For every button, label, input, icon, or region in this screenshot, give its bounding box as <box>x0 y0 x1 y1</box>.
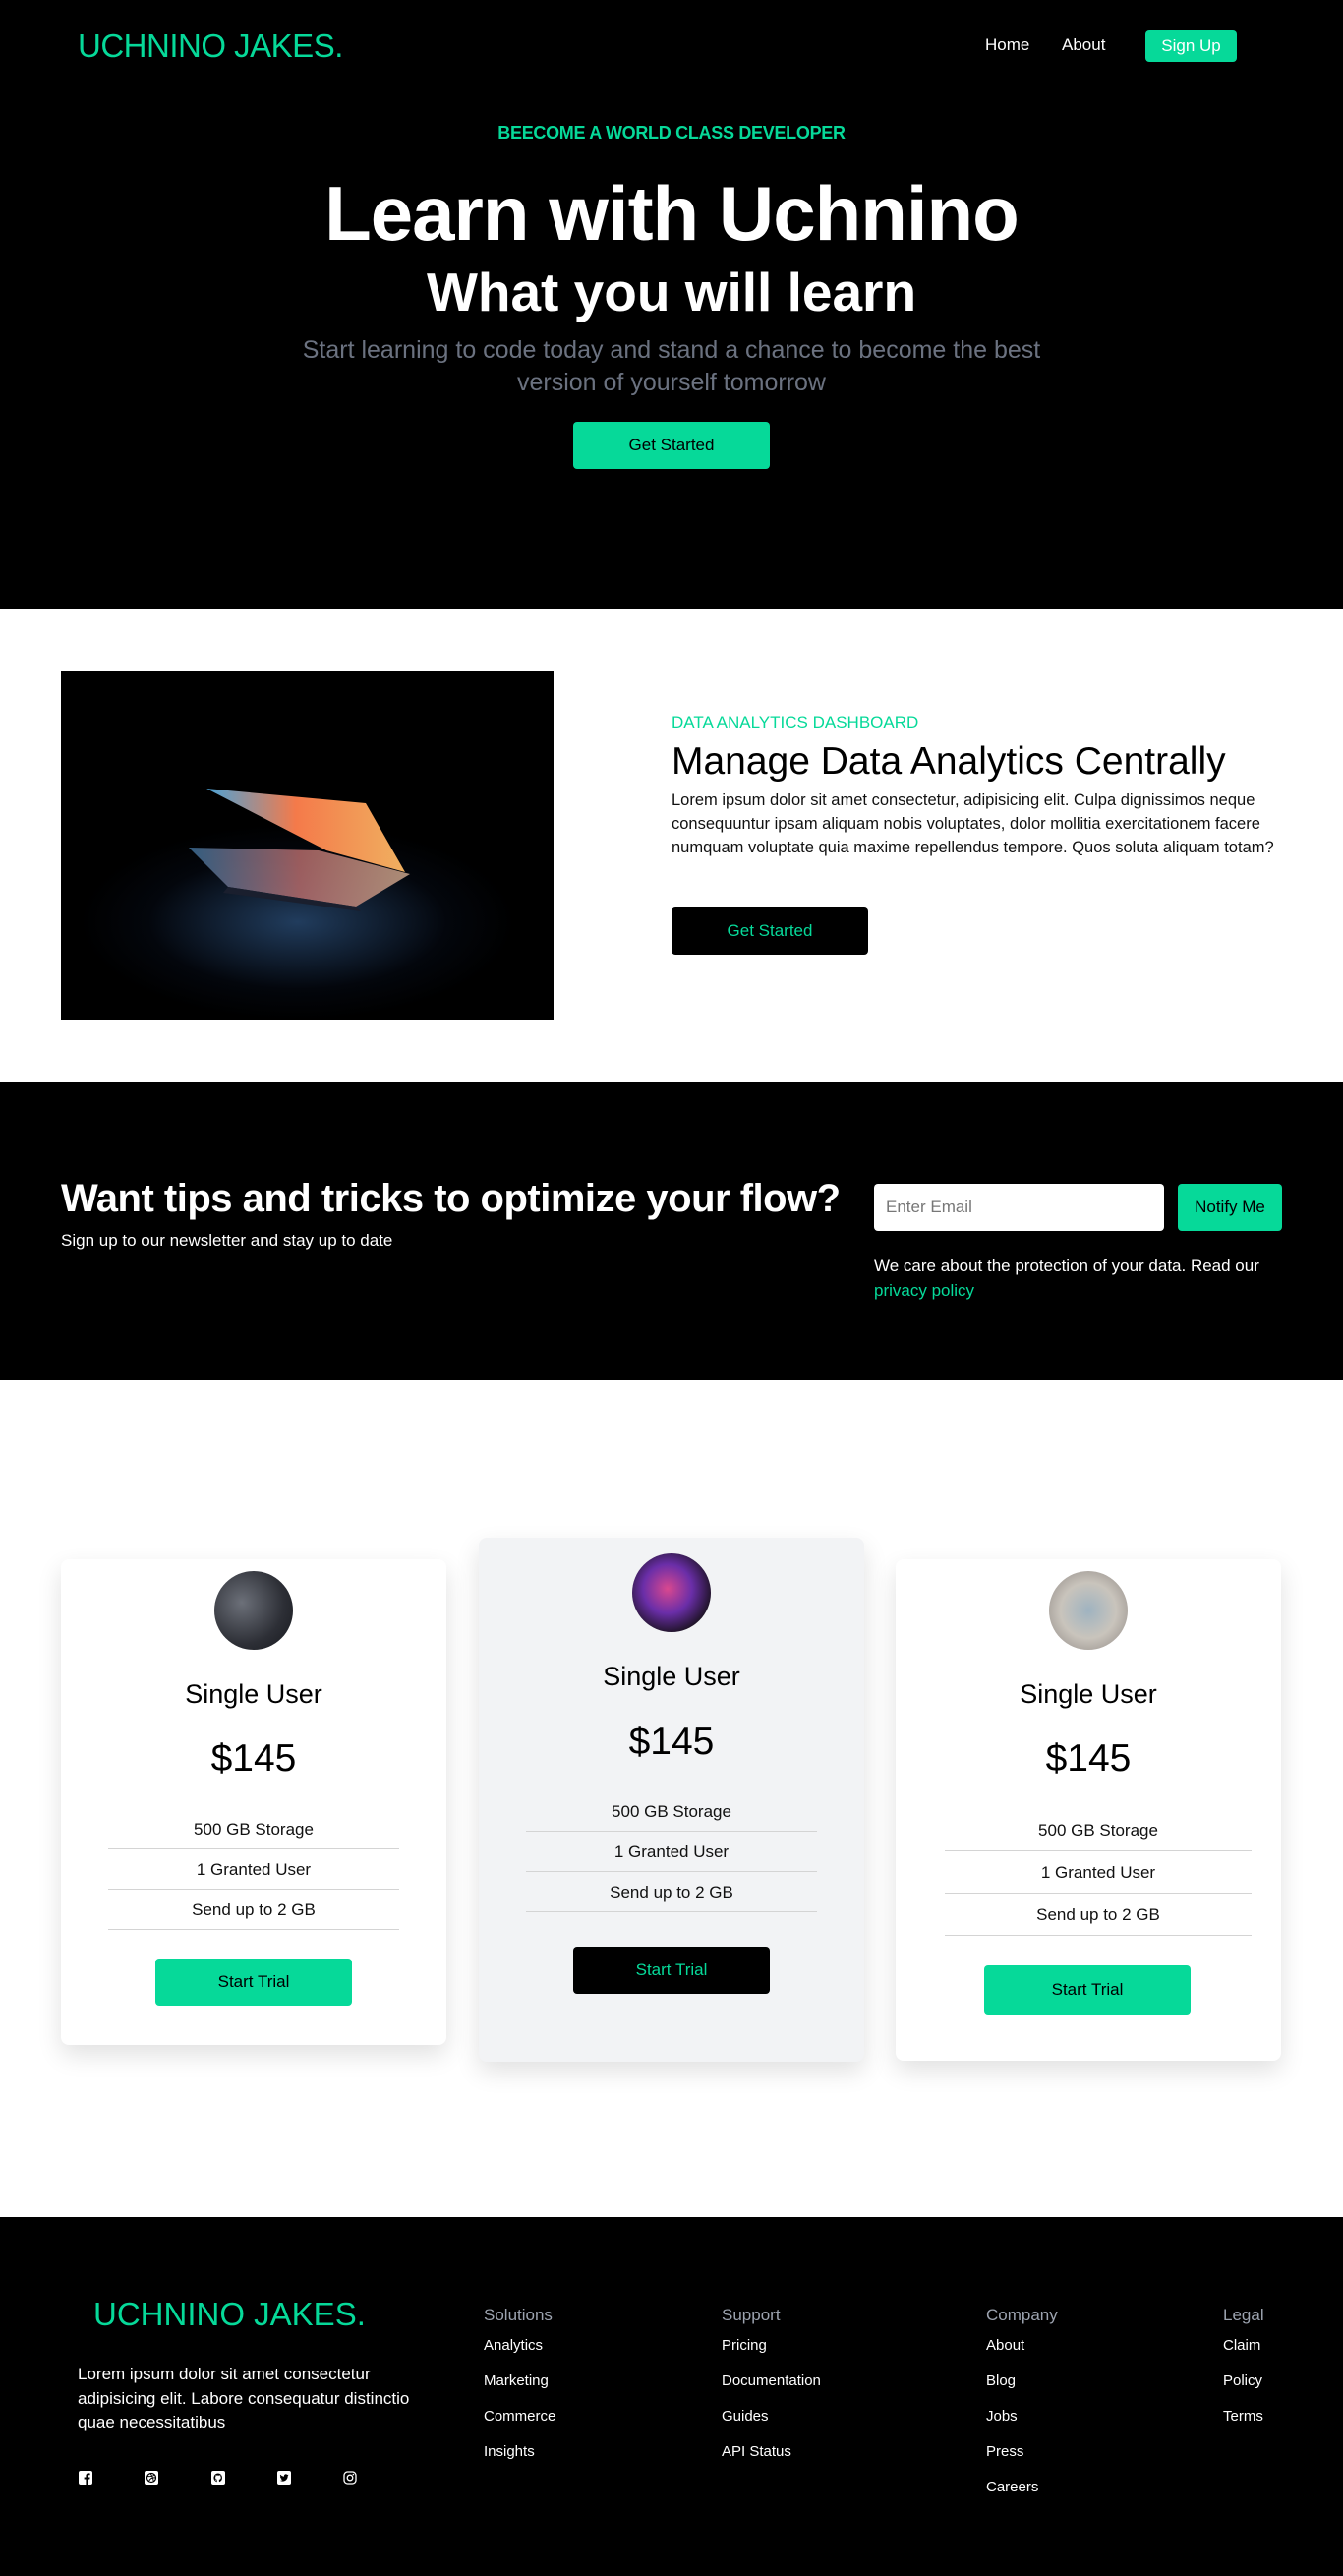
email-input[interactable] <box>874 1184 1164 1231</box>
hero-subtitle: What you will learn <box>426 262 917 322</box>
plan-feature: 1 Granted User <box>108 1849 399 1890</box>
pricing-section: Single User $145 500 GB Storage 1 Grante… <box>0 1380 1343 2217</box>
pricing-card: Single User $145 500 GB Storage 1 Grante… <box>61 1559 446 2045</box>
plan-title: Single User <box>185 1679 322 1709</box>
footer-link[interactable]: Marketing <box>484 2372 549 2389</box>
plan-feature: Send up to 2 GB <box>526 1872 817 1912</box>
facebook-icon[interactable] <box>78 2470 93 2486</box>
feature-title: Manage Data Analytics Centrally <box>672 740 1226 783</box>
hero-eyebrow: BEECOME A WORLD CLASS DEVELOPER <box>497 123 846 143</box>
footer-link[interactable]: Documentation <box>722 2372 821 2389</box>
newsletter-subtitle: Sign up to our newsletter and stay up to… <box>61 1231 393 1250</box>
footer-description: Lorem ipsum dolor sit amet consectetur a… <box>78 2365 410 2432</box>
plan-avatar <box>632 1553 711 1632</box>
footer-link[interactable]: Guides <box>722 2408 769 2425</box>
pricing-card: Single User $145 500 GB Storage 1 Grante… <box>896 1559 1281 2061</box>
footer-link[interactable]: Insights <box>484 2443 535 2460</box>
github-icon[interactable] <box>210 2470 226 2486</box>
footer-link[interactable]: Careers <box>986 2479 1038 2495</box>
newsletter-section: Want tips and tricks to optimize your fl… <box>0 1082 1343 1380</box>
start-trial-button[interactable]: Start Trial <box>984 1965 1191 2015</box>
privacy-note-text: We care about the protection of your dat… <box>874 1257 1259 1275</box>
plan-features: 500 GB Storage 1 Granted User Send up to… <box>526 1791 817 1912</box>
footer-link[interactable]: Commerce <box>484 2408 555 2425</box>
plan-price: $145 <box>628 1721 715 1763</box>
feature-eyebrow: DATA ANALYTICS DASHBOARD <box>672 713 919 732</box>
footer-link[interactable]: Analytics <box>484 2337 543 2354</box>
hero-get-started-button[interactable]: Get Started <box>573 422 770 469</box>
plan-feature: 500 GB Storage <box>526 1791 817 1832</box>
top-navbar: UCHNINO JAKES. Home About Sign Up <box>0 0 1343 93</box>
start-trial-button[interactable]: Start Trial <box>573 1947 770 1994</box>
plan-avatar <box>214 1571 293 1650</box>
plan-price: $145 <box>1045 1737 1132 1780</box>
newsletter-title: Want tips and tricks to optimize your fl… <box>61 1177 841 1220</box>
footer-link[interactable]: Policy <box>1223 2372 1262 2389</box>
plan-price: $145 <box>210 1737 297 1780</box>
brand-logo[interactable]: UCHNINO JAKES. <box>78 28 343 65</box>
dribbble-icon[interactable] <box>144 2470 159 2486</box>
signup-button[interactable]: Sign Up <box>1145 30 1237 62</box>
footer: UCHNINO JAKES. Lorem ipsum dolor sit ame… <box>0 2217 1343 2576</box>
privacy-policy-link[interactable]: privacy policy <box>874 1281 974 1300</box>
laptop-illustration <box>189 789 410 911</box>
footer-link[interactable]: Pricing <box>722 2337 767 2354</box>
footer-link[interactable]: Claim <box>1223 2337 1260 2354</box>
plan-features: 500 GB Storage 1 Granted User Send up to… <box>108 1809 399 1930</box>
plan-avatar <box>1049 1571 1128 1650</box>
pricing-card-featured: Single User $145 500 GB Storage 1 Grante… <box>479 1538 864 2062</box>
plan-title: Single User <box>603 1662 740 1691</box>
hero-title: Learn with Uchnino <box>324 170 1020 257</box>
footer-col-title: Solutions <box>484 2306 553 2324</box>
privacy-note: We care about the protection of your dat… <box>874 1255 1287 1303</box>
feature-get-started-button[interactable]: Get Started <box>672 907 868 955</box>
footer-logo[interactable]: UCHNINO JAKES. <box>93 2296 366 2333</box>
footer-link[interactable]: Jobs <box>986 2408 1018 2425</box>
plan-feature: 500 GB Storage <box>108 1809 399 1849</box>
plan-features: 500 GB Storage 1 Granted User Send up to… <box>945 1809 1252 1936</box>
instagram-icon[interactable] <box>342 2470 358 2486</box>
footer-col-title: Company <box>986 2306 1058 2324</box>
twitter-icon[interactable] <box>276 2470 292 2486</box>
footer-link[interactable]: Blog <box>986 2372 1016 2389</box>
nav-about-link[interactable]: About <box>1062 35 1105 55</box>
start-trial-button[interactable]: Start Trial <box>155 1959 352 2006</box>
laptop-image <box>61 671 554 1020</box>
plan-feature: Send up to 2 GB <box>108 1890 399 1930</box>
feature-text: Lorem ipsum dolor sit amet consectetur, … <box>672 791 1274 856</box>
feature-section: DATA ANALYTICS DASHBOARD Manage Data Ana… <box>0 609 1343 1082</box>
hero-description: Start learning to code today and stand a… <box>302 336 1041 396</box>
hero-section: BEECOME A WORLD CLASS DEVELOPER Learn wi… <box>0 93 1343 609</box>
plan-feature: Send up to 2 GB <box>945 1894 1252 1936</box>
notify-me-button[interactable]: Notify Me <box>1178 1184 1282 1231</box>
footer-link[interactable]: Terms <box>1223 2408 1263 2425</box>
footer-link[interactable]: About <box>986 2337 1024 2354</box>
plan-feature: 1 Granted User <box>526 1832 817 1872</box>
footer-link[interactable]: API Status <box>722 2443 791 2460</box>
plan-feature: 500 GB Storage <box>945 1809 1252 1851</box>
plan-title: Single User <box>1020 1679 1157 1709</box>
nav-home-link[interactable]: Home <box>985 35 1029 55</box>
footer-col-title: Legal <box>1223 2306 1264 2324</box>
plan-feature: 1 Granted User <box>945 1851 1252 1894</box>
footer-link[interactable]: Press <box>986 2443 1023 2460</box>
footer-col-title: Support <box>722 2306 781 2324</box>
